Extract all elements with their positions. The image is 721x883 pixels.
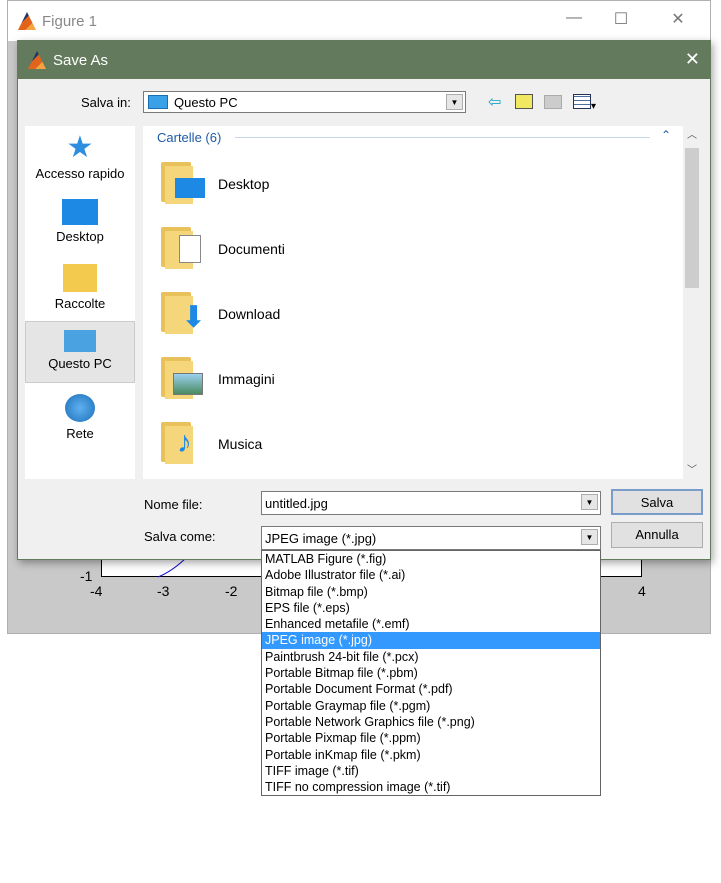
chevron-down-icon[interactable]: ▼ [581,494,598,510]
nav-network[interactable]: Rete [25,394,135,441]
filename-input[interactable]: untitled.jpg ▼ [261,491,601,515]
download-arrow-icon: ⬇ [181,301,207,334]
dialog-titlebar: Save As ✕ [18,41,710,79]
scroll-up-icon[interactable]: ︿ [683,126,701,141]
nav-label: Desktop [56,229,104,244]
filetype-option[interactable]: Paintbrush 24-bit file (*.pcx) [262,649,600,665]
dialog-close-button[interactable]: ✕ [685,49,700,70]
network-icon [65,394,95,422]
matlab-logo-icon [18,12,36,30]
desktop-icon [175,178,205,198]
computer-icon [64,330,96,352]
folder-item[interactable]: ♪ Musica [143,416,683,472]
filetype-option[interactable]: JPEG image (*.jpg) [262,632,600,649]
filetype-option[interactable]: Portable Pixmap file (*.ppm) [262,730,600,746]
filetype-option[interactable]: Portable Network Graphics file (*.png) [262,714,600,730]
filetype-option[interactable]: Enhanced metafile (*.emf) [262,616,600,632]
dialog-title: Save As [53,52,109,69]
figure-titlebar: Figure 1 — ☐ ✕ [8,1,710,41]
minimize-button[interactable]: — [559,9,589,27]
filetype-option[interactable]: Portable Bitmap file (*.pbm) [262,665,600,681]
filetype-option[interactable]: Portable Graymap file (*.pgm) [262,698,600,714]
filename-label: Nome file: [144,497,203,512]
nav-quick-access[interactable]: ★ Accesso rapido [25,131,135,182]
close-button[interactable]: ✕ [663,9,693,29]
star-icon: ★ [66,131,94,164]
folder-name: Download [218,306,281,322]
nav-libraries[interactable]: Raccolte [25,264,135,311]
folder-list: Cartelle (6) ⌃ Desktop Documenti ⬇ Downlo… [143,126,683,479]
nav-label: Rete [66,426,94,441]
y-tick-label: -1 [80,568,93,584]
filetype-option[interactable]: MATLAB Figure (*.fig) [262,551,600,567]
group-header: Cartelle (6) [157,130,222,145]
save-in-value: Questo PC [174,95,238,110]
folder-name: Documenti [218,241,285,257]
folder-item[interactable]: Documenti [143,221,683,277]
filetype-option[interactable]: TIFF no compression image (*.tif) [262,779,600,795]
nav-this-pc[interactable]: Questo PC [25,321,135,383]
nav-label: Raccolte [54,296,106,311]
filetype-combo[interactable]: JPEG image (*.jpg) ▼ [261,526,601,550]
filetype-dropdown-list[interactable]: MATLAB Figure (*.fig) Adobe Illustrator f… [261,550,601,796]
collapse-chevron-icon[interactable]: ⌃ [661,128,671,142]
chevron-down-icon[interactable]: ▼ [446,94,463,110]
folder-item[interactable]: ⬇ Download [143,286,683,342]
x-tick-label: -2 [225,583,238,599]
folder-name: Desktop [218,176,270,192]
filetype-option[interactable]: Portable Document Format (*.pdf) [262,681,600,697]
computer-icon [148,95,168,109]
filetype-value: JPEG image (*.jpg) [265,531,377,546]
group-divider [235,137,650,138]
scroll-down-icon[interactable]: ﹀ [683,461,701,476]
filetype-option[interactable]: EPS file (*.eps) [262,600,600,616]
filetype-option[interactable]: Adobe Illustrator file (*.ai) [262,567,600,583]
matlab-logo-icon [28,51,46,69]
places-bar: ★ Accesso rapido Desktop Raccolte Questo … [25,126,135,479]
new-folder-icon[interactable] [544,95,562,109]
save-in-combo[interactable]: Questo PC ▼ [143,91,466,113]
save-in-label: Salva in: [81,95,131,110]
music-note-icon: ♪ [177,426,192,459]
folder-name: Immagini [218,371,275,387]
figure-title: Figure 1 [42,13,98,30]
maximize-button[interactable]: ☐ [606,9,636,29]
libraries-icon [63,264,97,292]
filetype-option[interactable]: Bitmap file (*.bmp) [262,584,600,600]
x-tick-label: 4 [638,583,646,599]
folder-name: Musica [218,436,263,452]
nav-label: Questo PC [48,356,112,371]
filetype-option[interactable]: Portable inKmap file (*.pkm) [262,747,600,763]
filename-value: untitled.jpg [265,496,328,511]
x-tick-label: -4 [90,583,103,599]
save-as-dialog: Save As ✕ Salva in: Questo PC ▼ ⇦ ▾ ★ Acc… [17,40,711,560]
document-icon [179,235,201,263]
folder-list-scrollbar[interactable]: ︿ ﹀ [683,126,701,479]
folder-item[interactable]: Desktop [143,156,683,212]
up-folder-icon[interactable] [515,94,533,109]
filetype-label: Salva come: [144,529,216,544]
scrollbar-thumb[interactable] [685,148,699,288]
x-tick-label: -3 [157,583,170,599]
cancel-button[interactable]: Annulla [611,522,703,548]
back-arrow-icon[interactable]: ⇦ [488,92,501,112]
view-menu-icon[interactable]: ▾ [573,94,603,112]
desktop-icon [62,199,98,225]
nav-label: Accesso rapido [35,166,125,181]
folder-item[interactable]: Immagini [143,351,683,407]
picture-icon [173,373,203,395]
nav-desktop[interactable]: Desktop [25,199,135,244]
save-button[interactable]: Salva [611,489,703,515]
chevron-down-icon[interactable]: ▼ [581,529,598,545]
filetype-option[interactable]: TIFF image (*.tif) [262,763,600,779]
